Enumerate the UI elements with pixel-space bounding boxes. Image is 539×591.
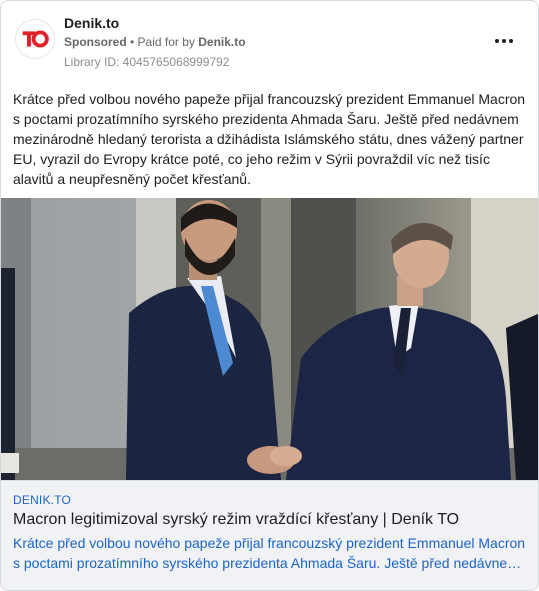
link-description: Krátce před volbou nového papeže přijal … xyxy=(13,535,526,571)
meta-separator: • xyxy=(126,35,138,49)
more-dot-icon xyxy=(502,39,506,43)
link-title[interactable]: Macron legitimizoval syrský režim vraždí… xyxy=(13,511,528,529)
paid-for-prefix: Paid for by xyxy=(137,35,199,49)
sponsored-label[interactable]: Sponsored xyxy=(64,35,127,49)
link-preview[interactable]: DENIK.TO Macron legitimizoval syrský rež… xyxy=(1,480,538,590)
handshake-photo xyxy=(1,198,538,480)
more-dot-icon xyxy=(509,39,513,43)
paid-for-name[interactable]: Denik.to xyxy=(198,35,245,49)
post-body-text: Krátce před volbou nového papeže přijal … xyxy=(13,91,526,187)
denik-to-logo-icon xyxy=(16,20,54,58)
sponsored-post-card: Denik.to Sponsored • Paid for by Denik.t… xyxy=(0,0,539,591)
post-header: Denik.to Sponsored • Paid for by Denik.t… xyxy=(13,11,526,71)
more-dot-icon xyxy=(495,39,499,43)
post-image[interactable] xyxy=(1,198,538,480)
library-id: Library ID: 4045765068999792 xyxy=(64,55,230,69)
page-name[interactable]: Denik.to xyxy=(64,15,119,31)
sponsored-line: Sponsored • Paid for by Denik.to xyxy=(64,35,246,49)
link-domain: DENIK.TO xyxy=(13,493,72,507)
more-options-button[interactable] xyxy=(490,31,518,51)
page-avatar[interactable] xyxy=(15,19,55,59)
